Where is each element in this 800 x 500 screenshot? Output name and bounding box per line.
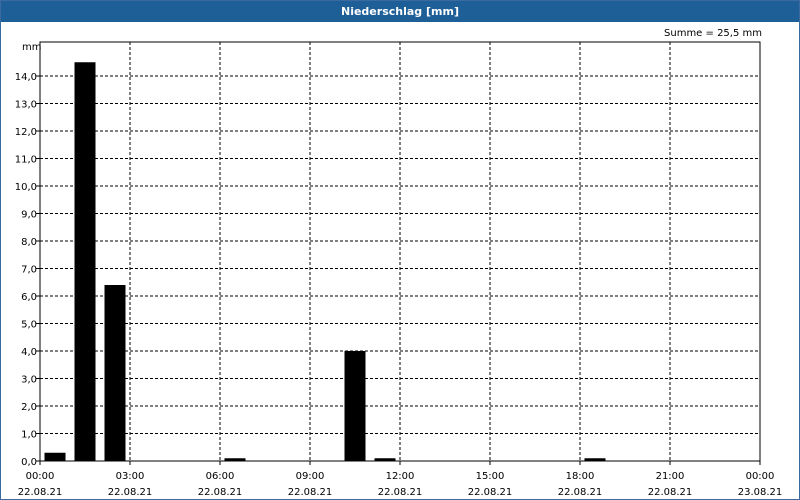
x-tick-time-label: 00:00 [746, 471, 775, 482]
x-tick-time-label: 12:00 [386, 471, 415, 482]
y-tick-label: 11,0 [15, 155, 37, 166]
y-axis-label: mm [22, 42, 41, 53]
x-tick-time-label: 03:00 [116, 471, 145, 482]
y-tick-label: 7,0 [21, 265, 37, 276]
x-tick-date-label: 22.08.21 [18, 487, 63, 498]
y-tick-label: 13,0 [15, 100, 37, 111]
bar-layer [44, 62, 606, 461]
y-tick-label: 8,0 [21, 237, 37, 248]
y-tick-label: 5,0 [21, 320, 37, 331]
precipitation-bar [344, 351, 366, 461]
y-tick-label: 0,0 [21, 457, 37, 468]
y-tick-label: 10,0 [15, 182, 37, 193]
x-tick-date-label: 22.08.21 [558, 487, 603, 498]
y-tick-label: 4,0 [21, 347, 37, 358]
x-tick-time-label: 09:00 [296, 471, 325, 482]
x-tick-time-label: 00:00 [26, 471, 55, 482]
x-tick-time-label: 21:00 [656, 471, 685, 482]
y-tick-label: 2,0 [21, 402, 37, 413]
x-tick-time-label: 15:00 [476, 471, 505, 482]
y-tick-label: 1,0 [21, 430, 37, 441]
y-tick-label: 14,0 [15, 72, 37, 83]
grid-layer [40, 42, 760, 461]
x-tick-date-label: 23.08.21 [738, 487, 783, 498]
y-tick-label: 3,0 [21, 375, 37, 386]
precipitation-chart: 0,0 1,0 2,0 3,0 4,0 5,0 6,0 7,0 8,0 9,0 10,0 11,0 12… [15, 28, 783, 498]
y-tick-label: 9,0 [21, 210, 37, 221]
y-tick-label: 6,0 [21, 292, 37, 303]
x-tick-date-label: 22.08.21 [108, 487, 153, 498]
sum-label: Summe = 25,5 mm [664, 28, 762, 39]
precipitation-bar [104, 285, 126, 461]
y-tick-label: 12,0 [15, 127, 37, 138]
x-tick-date-label: 22.08.21 [648, 487, 693, 498]
x-tick-date-label: 22.08.21 [198, 487, 243, 498]
x-tick-time-label: 06:00 [206, 471, 235, 482]
x-tick-date-label: 22.08.21 [378, 487, 423, 498]
x-tick-time-label: 18:00 [566, 471, 595, 482]
precipitation-bar [74, 62, 96, 461]
x-tick-date-label: 22.08.21 [288, 487, 333, 498]
x-tick-date-label: 22.08.21 [468, 487, 513, 498]
precipitation-bar [44, 452, 66, 461]
